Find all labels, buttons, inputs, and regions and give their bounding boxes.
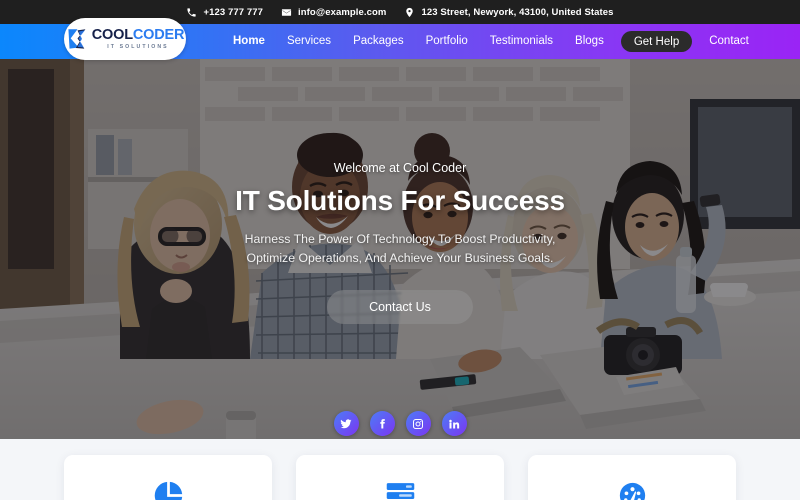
nav-item-blogs[interactable]: Blogs (564, 24, 615, 59)
brand-name-part2: CODER (132, 26, 185, 43)
contact-us-button[interactable]: Contact Us (327, 290, 473, 325)
hero-section: Welcome at Cool Coder IT Solutions For S… (0, 59, 800, 439)
social-linkedin-button[interactable] (441, 411, 467, 436)
brand-name: COOLCODER (91, 26, 185, 43)
brand-logo-text: COOLCODER IT SOLUTIONS (91, 26, 185, 50)
hero-subtitle: Harness The Power Of Technology To Boost… (245, 230, 556, 268)
nav-item-services[interactable]: Services (276, 24, 342, 59)
twitter-icon (340, 418, 352, 428)
social-twitter-button[interactable] (333, 411, 359, 436)
linkedin-icon (449, 419, 460, 428)
feature-cards (0, 455, 800, 500)
feature-card-analytics[interactable] (64, 455, 272, 500)
phone-icon (187, 7, 197, 17)
hero-title: IT Solutions For Success (235, 185, 565, 216)
topbar-email-text: info@example.com (298, 6, 387, 18)
social-instagram-button[interactable] (405, 411, 431, 436)
feature-card-hosting[interactable] (296, 455, 504, 500)
social-links (0, 411, 800, 436)
nav-item-packages[interactable]: Packages (342, 24, 415, 59)
hero-content: Welcome at Cool Coder IT Solutions For S… (0, 161, 800, 325)
facebook-icon (380, 418, 385, 428)
topbar-phone[interactable]: +123 777 777 (186, 7, 263, 18)
brand-logo[interactable]: COOLCODER IT SOLUTIONS (64, 18, 186, 60)
page-root: +123 777 777 info@example.com 123 Street… (0, 0, 800, 500)
topbar-email[interactable]: info@example.com (281, 7, 386, 18)
nav-links: Home Services Packages Portfolio Testimo… (222, 24, 760, 59)
hero-subtitle-line1: Harness The Power Of Technology To Boost… (244, 232, 556, 246)
envelope-icon (281, 8, 292, 16)
map-pin-icon (406, 7, 414, 17)
main-navbar: COOLCODER IT SOLUTIONS Home Services Pac… (0, 18, 800, 60)
topbar-phone-text: +123 777 777 (203, 6, 264, 18)
chevron-mark-icon (68, 28, 86, 49)
pie-chart-icon (154, 481, 182, 500)
nav-item-home[interactable]: Home (222, 24, 276, 59)
instagram-icon (413, 418, 423, 429)
feature-card-performance[interactable] (528, 455, 736, 500)
nav-item-portfolio[interactable]: Portfolio (415, 24, 479, 59)
get-help-button[interactable]: Get Help (620, 31, 693, 52)
nav-item-testimonials[interactable]: Testimonials (479, 24, 564, 59)
social-facebook-button[interactable] (369, 411, 395, 436)
server-stack-icon (386, 482, 414, 499)
speedometer-icon (619, 482, 645, 500)
topbar-address[interactable]: 123 Street, Newyork, 43100, United State… (404, 7, 613, 18)
brand-tagline: IT SOLUTIONS (107, 43, 169, 50)
features-section (0, 439, 800, 500)
topbar-address-text: 123 Street, Newyork, 43100, United State… (421, 6, 614, 18)
brand-name-part1: COOL (91, 26, 133, 43)
hero-subtitle-line2: Optimize Operations, And Achieve Your Bu… (246, 251, 554, 266)
hero-kicker: Welcome at Cool Coder (333, 161, 467, 175)
nav-item-contact[interactable]: Contact (698, 24, 760, 59)
